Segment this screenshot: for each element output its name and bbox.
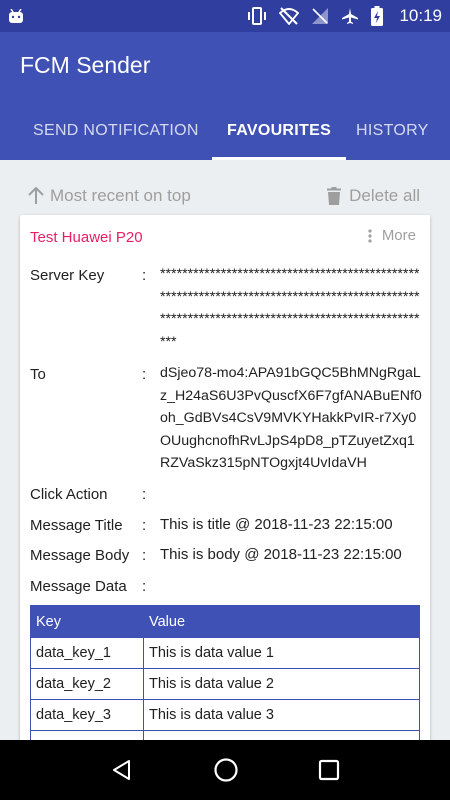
message-body-label: Message Body xyxy=(30,547,130,564)
back-icon[interactable] xyxy=(110,758,134,782)
battery-charging-icon xyxy=(371,6,384,26)
message-data-label: Message Data xyxy=(30,578,127,595)
trash-icon xyxy=(327,187,342,205)
tab-send-notification[interactable]: SEND NOTIFICATION xyxy=(33,112,199,160)
table-row: data_key_2 This is data value 2 xyxy=(30,668,420,700)
app-title: FCM Sender xyxy=(20,52,151,78)
system-nav-bar xyxy=(0,740,450,800)
table-row: data_key_3 This is data value 3 xyxy=(30,699,420,731)
table-header-key: Key xyxy=(30,605,144,638)
more-label: More xyxy=(381,227,416,244)
colon: : xyxy=(142,267,147,284)
arrow-up-icon xyxy=(28,187,44,204)
message-title-label: Message Title xyxy=(30,517,123,534)
recents-icon[interactable] xyxy=(318,759,340,781)
sort-label: Most recent on top xyxy=(50,186,191,205)
favourites-toolbar: Most recent on top Delete all xyxy=(0,182,450,210)
table-header-value: Value xyxy=(143,605,420,638)
message-body-value: This is body @ 2018-11-23 22:15:00 xyxy=(160,546,402,563)
colon: : xyxy=(142,366,147,383)
status-bar: 10:19 xyxy=(0,0,450,32)
more-button[interactable]: More xyxy=(368,227,416,244)
colon: : xyxy=(142,547,147,564)
table-cell-key: data_key_2 xyxy=(30,668,144,700)
airplane-icon xyxy=(342,8,359,24)
tab-favourites[interactable]: FAVOURITES xyxy=(211,112,347,160)
table-cell-value: This is data value 1 xyxy=(143,637,420,669)
no-wifi-icon xyxy=(279,7,300,25)
message-data-table: Key Value data_key_1 This is data value … xyxy=(30,605,420,755)
vibrate-icon xyxy=(248,7,267,25)
delete-all-label: Delete all xyxy=(349,186,420,205)
table-cell-key: data_key_3 xyxy=(30,699,144,731)
table-header-row: Key Value xyxy=(30,605,420,638)
android-icon xyxy=(9,9,23,23)
home-icon[interactable] xyxy=(213,757,239,783)
clock: 10:19 xyxy=(399,6,442,25)
colon: : xyxy=(142,486,147,503)
sort-button[interactable]: Most recent on top xyxy=(28,186,191,206)
table-cell-value: This is data value 3 xyxy=(143,699,420,731)
message-title-value: This is title @ 2018-11-23 22:15:00 xyxy=(160,516,393,533)
tab-history[interactable]: HISTORY xyxy=(356,112,429,160)
tab-bar: W SEND NOTIFICATION FAVOURITES HISTORY xyxy=(0,112,450,160)
table-cell-key: data_key_1 xyxy=(30,637,144,669)
table-row: data_key_1 This is data value 1 xyxy=(30,637,420,669)
favourite-card[interactable]: Test Huawei P20 More Server Key : ******… xyxy=(20,215,430,755)
colon: : xyxy=(142,578,147,595)
more-vert-icon xyxy=(368,228,372,243)
to-label: To xyxy=(30,366,46,383)
server-key-value: ****************************************… xyxy=(160,266,420,350)
to-value: dSjeo78-mo4:APA91bGQC5BhMNgRgaLz_H24aS6U… xyxy=(160,365,422,471)
server-key-label: Server Key xyxy=(30,267,105,284)
table-cell-value: This is data value 2 xyxy=(143,668,420,700)
card-title: Test Huawei P20 xyxy=(30,229,143,246)
app-bar: FCM Sender W SEND NOTIFICATION FAVOURITE… xyxy=(0,32,450,160)
click-action-label: Click Action xyxy=(30,486,108,503)
delete-all-button[interactable]: Delete all xyxy=(327,186,420,206)
colon: : xyxy=(142,517,147,534)
signal-off-icon xyxy=(312,8,329,24)
